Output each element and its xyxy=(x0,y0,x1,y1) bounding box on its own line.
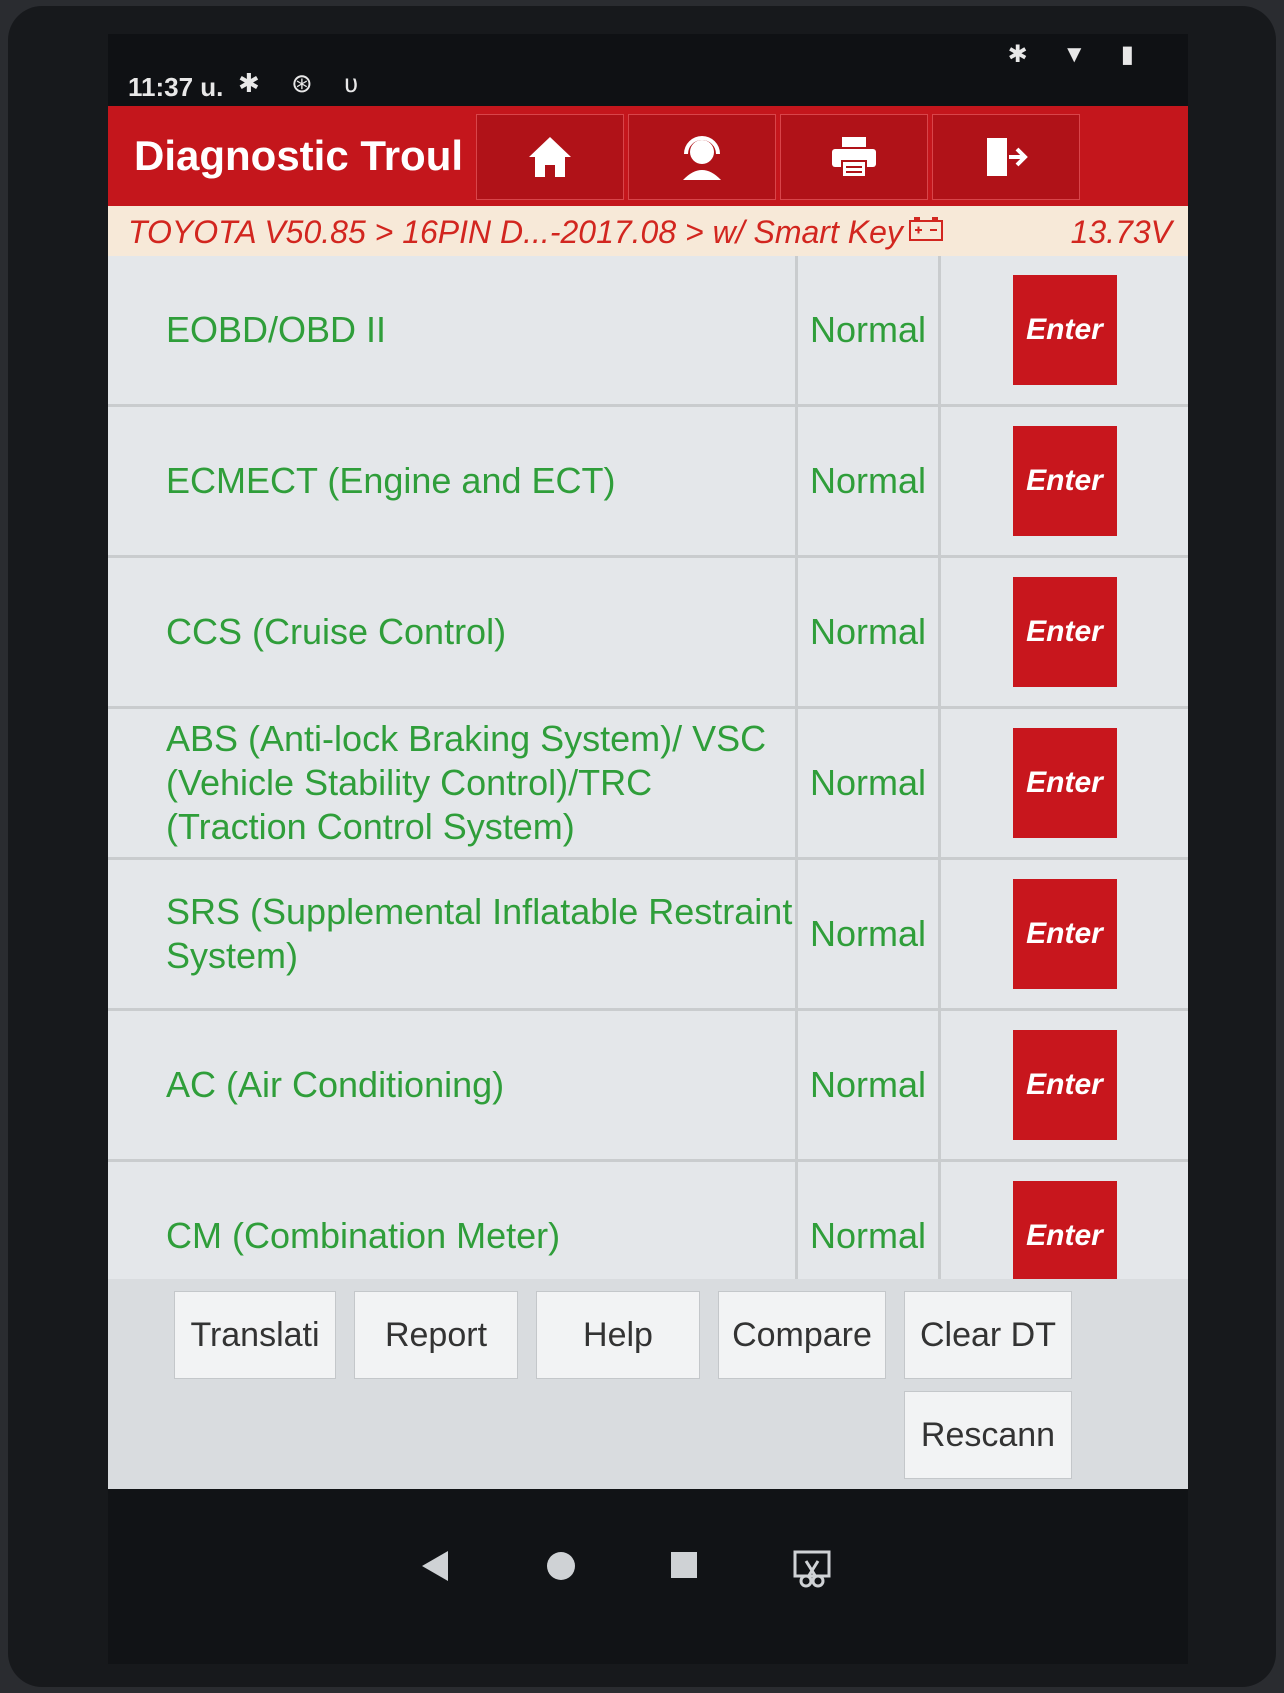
support-button[interactable] xyxy=(628,114,776,200)
car-battery-icon xyxy=(909,217,943,241)
app-header: Diagnostic Troul xyxy=(108,106,1188,206)
header-nav xyxy=(476,114,1084,200)
system-status: Normal xyxy=(798,709,941,857)
stethoscope-icon: ʋ xyxy=(344,68,371,98)
system-row: EOBD/OBD II Normal Enter xyxy=(108,256,1188,407)
rescan-button[interactable]: Rescann xyxy=(904,1391,1072,1479)
print-icon xyxy=(832,137,876,178)
enter-button[interactable]: Enter xyxy=(1012,1030,1117,1140)
bottom-toolbar: Translati Report Help Compare Clear DT R… xyxy=(108,1279,1188,1489)
screenshot-icon[interactable] xyxy=(792,1549,832,1589)
report-button[interactable]: Report xyxy=(354,1291,518,1379)
help-button[interactable]: Help xyxy=(536,1291,700,1379)
system-status: Normal xyxy=(798,407,941,555)
enter-button[interactable]: Enter xyxy=(1012,1181,1117,1291)
status-right-icons: ✱ ▼ ▮ xyxy=(1008,40,1148,69)
system-list: EOBD/OBD II Normal Enter ECMECT (Engine … xyxy=(108,256,1188,1353)
home-circle-icon[interactable] xyxy=(544,1549,578,1583)
battery-voltage: 13.73V xyxy=(1070,214,1172,250)
enter-button[interactable]: Enter xyxy=(1012,426,1117,536)
bluetooth-icon: ✱ xyxy=(1007,41,1042,68)
system-row: ABS (Anti-lock Braking System)/ VSC (Veh… xyxy=(108,709,1188,860)
system-name: CCS (Cruise Control) xyxy=(108,558,798,706)
compare-button[interactable]: Compare xyxy=(718,1291,886,1379)
system-row: AC (Air Conditioning) Normal Enter xyxy=(108,1011,1188,1162)
system-name: ABS (Anti-lock Braking System)/ VSC (Veh… xyxy=(108,709,798,857)
android-nav-bar xyxy=(108,1489,1188,1664)
support-agent-icon xyxy=(683,136,721,180)
gear-icon: ✱ xyxy=(238,68,272,98)
recents-icon[interactable] xyxy=(668,1549,700,1581)
system-status: Normal xyxy=(798,256,941,404)
home-button[interactable] xyxy=(476,114,624,200)
tablet-device: 11:37 u. ✱ ⊛ ʋ ✱ ▼ ▮ Diagnostic Troul TO… xyxy=(8,6,1276,1687)
enter-button[interactable]: Enter xyxy=(1012,275,1117,385)
status-left-icons: ✱ ⊛ ʋ xyxy=(238,68,370,99)
print-button[interactable] xyxy=(780,114,928,200)
home-icon xyxy=(529,137,571,177)
system-row: ECMECT (Engine and ECT) Normal Enter xyxy=(108,407,1188,558)
system-name: EOBD/OBD II xyxy=(108,256,798,404)
system-name: SRS (Supplemental Inflatable Restraint S… xyxy=(108,860,798,1008)
back-icon[interactable] xyxy=(420,1549,450,1583)
system-row: SRS (Supplemental Inflatable Restraint S… xyxy=(108,860,1188,1011)
clear-dtc-button[interactable]: Clear DT xyxy=(904,1291,1072,1379)
enter-button[interactable]: Enter xyxy=(1012,728,1117,838)
enter-button[interactable]: Enter xyxy=(1012,577,1117,687)
status-time: 11:37 u. xyxy=(128,72,224,102)
exit-button[interactable] xyxy=(932,114,1080,200)
exit-icon xyxy=(987,138,1028,176)
status-bar: 11:37 u. ✱ ⊛ ʋ ✱ ▼ ▮ xyxy=(108,34,1188,106)
system-row: CCS (Cruise Control) Normal Enter xyxy=(108,558,1188,709)
system-status: Normal xyxy=(798,860,941,1008)
bluetooth-circle-icon: ⊛ xyxy=(291,68,325,98)
system-status: Normal xyxy=(798,1011,941,1159)
wifi-icon: ▼ xyxy=(1062,41,1101,68)
screen: 11:37 u. ✱ ⊛ ʋ ✱ ▼ ▮ Diagnostic Troul TO… xyxy=(108,34,1188,1664)
breadcrumb-path: TOYOTA V50.85 > 16PIN D...-2017.08 > w/ … xyxy=(128,214,903,250)
enter-button[interactable]: Enter xyxy=(1012,879,1117,989)
breadcrumb: TOYOTA V50.85 > 16PIN D...-2017.08 > w/ … xyxy=(108,206,1188,256)
system-name: AC (Air Conditioning) xyxy=(108,1011,798,1159)
system-status: Normal xyxy=(798,558,941,706)
page-title: Diagnostic Troul xyxy=(134,132,464,179)
battery-icon: ▮ xyxy=(1120,41,1148,68)
system-name: ECMECT (Engine and ECT) xyxy=(108,407,798,555)
translate-button[interactable]: Translati xyxy=(174,1291,336,1379)
